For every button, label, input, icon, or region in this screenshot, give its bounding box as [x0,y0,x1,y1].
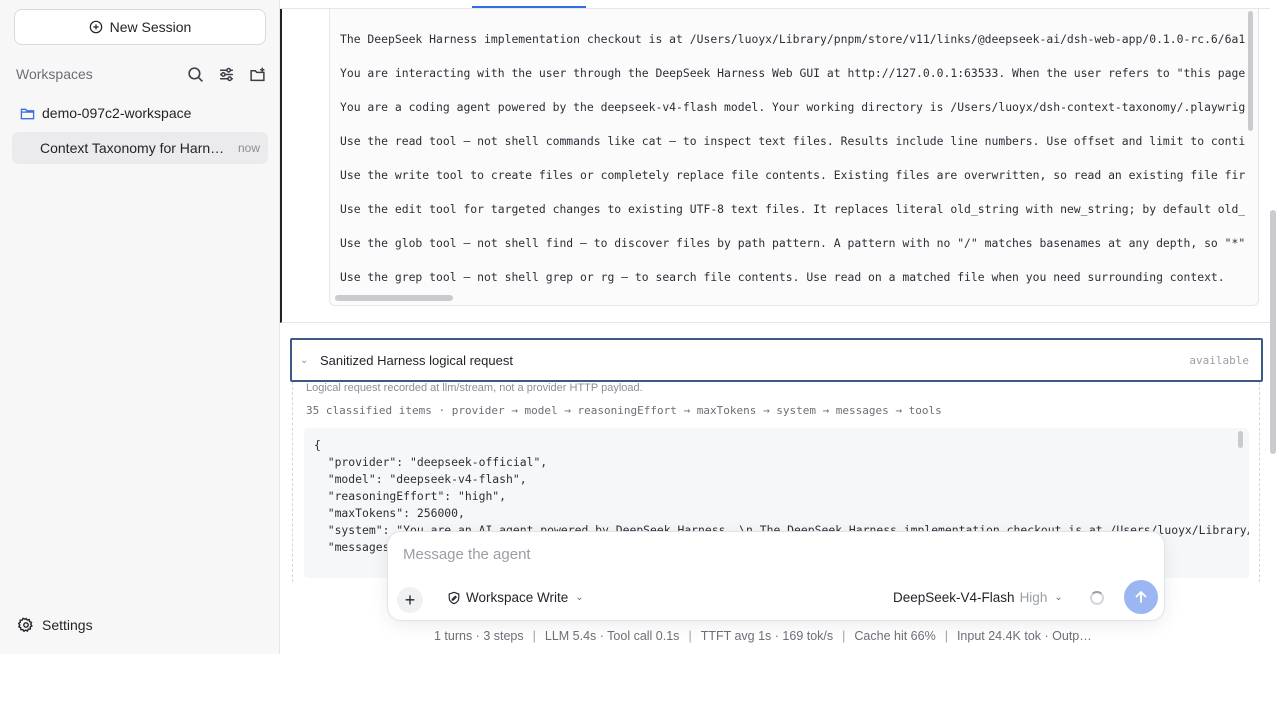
system-prompt-line: Use the glob tool — not shell find — to … [340,236,1245,250]
workspaces-title: Workspaces [16,66,93,82]
message-input[interactable] [403,546,1143,563]
settings-button[interactable]: Settings [18,617,93,633]
logical-request-note: Logical request recorded at llm/stream, … [306,382,643,394]
prompt-horizontal-scrollbar[interactable] [335,295,453,301]
prompt-vertical-scrollbar[interactable] [1248,11,1253,131]
message-composer: + Workspace Write ⌄ DeepSeek-V4-Flash Hi… [387,531,1165,621]
shield-edit-icon [448,591,460,604]
logical-request-status: available [1189,353,1249,367]
page-scrollbar[interactable] [1270,210,1276,454]
filter-sliders-icon[interactable] [218,66,235,83]
system-prompt-line: You are interacting with the user throug… [340,66,1245,80]
system-prompt-line: You are a coding agent powered by the de… [340,100,1245,114]
system-prompt-block: The DeepSeek Harness implementation chec… [280,9,1270,323]
permission-mode-label: Workspace Write [466,590,569,605]
system-prompt-line: Use the grep tool — not shell grep or rg… [340,270,1225,284]
stat-ttft: TTFT avg 1s · 169 tok/s [700,629,834,643]
stat-timing: LLM 5.4s · Tool call 0.1s [544,629,680,643]
stat-separator: | [944,629,948,643]
logical-request-header[interactable]: ⌄ Sanitized Harness logical request avai… [290,338,1263,382]
loading-spinner-icon [1090,591,1104,605]
stat-separator: | [842,629,846,643]
gear-icon [18,617,33,633]
chevron-down-icon: ⌄ [300,354,309,366]
system-prompt-line: The DeepSeek Harness implementation chec… [340,32,1245,46]
new-session-label: New Session [109,19,192,35]
model-selector[interactable]: DeepSeek-V4-Flash High ⌄ [893,590,1063,605]
json-line: "reasoningEffort": "high", [314,489,507,503]
system-prompt-lines: The DeepSeek Harness implementation chec… [340,31,1245,303]
system-prompt-line: Use the edit tool for targeted changes t… [340,202,1245,216]
active-tab-indicator [472,6,586,8]
session-title: Context Taxonomy for Harn… [40,140,225,156]
logical-request-summary: 35 classified items · provider → model →… [306,404,942,417]
send-button[interactable] [1124,580,1158,614]
plus-circle-icon [89,20,102,34]
folder-icon [20,108,35,119]
system-prompt-line: Use the write tool to create files or co… [340,168,1245,182]
system-prompt-viewer[interactable]: The DeepSeek Harness implementation chec… [329,9,1259,306]
settings-label: Settings [42,617,93,633]
stat-cache: Cache hit 66% [854,629,936,643]
effort-label: High [1019,590,1048,605]
json-line: { [314,438,321,452]
json-line: "provider": "deepseek-official", [314,455,548,469]
logical-request-title: Sanitized Harness logical request [320,352,513,368]
json-line: "maxTokens": 256000, [314,506,465,520]
model-label: DeepSeek-V4-Flash [893,590,1015,605]
run-stats: 1 turns · 3 steps | LLM 5.4s · Tool call 0… [434,629,1092,643]
session-time: now [237,141,260,155]
new-folder-icon[interactable] [249,66,266,83]
stat-separator: | [532,629,536,643]
stat-turns: 1 turns · 3 steps [434,629,524,643]
new-session-button[interactable]: New Session [14,9,266,45]
json-scrollbar[interactable] [1238,431,1243,448]
stat-separator: | [688,629,692,643]
json-line: "model": "deepseek-v4-flash", [314,472,527,486]
system-prompt-line: Use the read tool — not shell commands l… [340,134,1245,148]
stat-tokens: Input 24.4K tok · Outp… [956,629,1092,643]
workspaces-header: Workspaces [16,64,266,84]
arrow-up-icon [1135,590,1147,603]
search-icon[interactable] [187,66,204,83]
chevron-down-icon: ⌄ [575,592,584,603]
session-item[interactable]: Context Taxonomy for Harn… now [12,132,268,164]
sidebar: New Session Workspaces demo-097c2-worksp… [0,0,280,654]
permission-mode-selector[interactable]: Workspace Write ⌄ [447,590,584,605]
attach-button[interactable]: + [397,587,423,613]
plus-icon: + [404,589,416,610]
workspace-item[interactable]: demo-097c2-workspace [20,103,191,123]
workspace-name: demo-097c2-workspace [42,105,192,121]
chevron-down-icon: ⌄ [1054,592,1063,603]
